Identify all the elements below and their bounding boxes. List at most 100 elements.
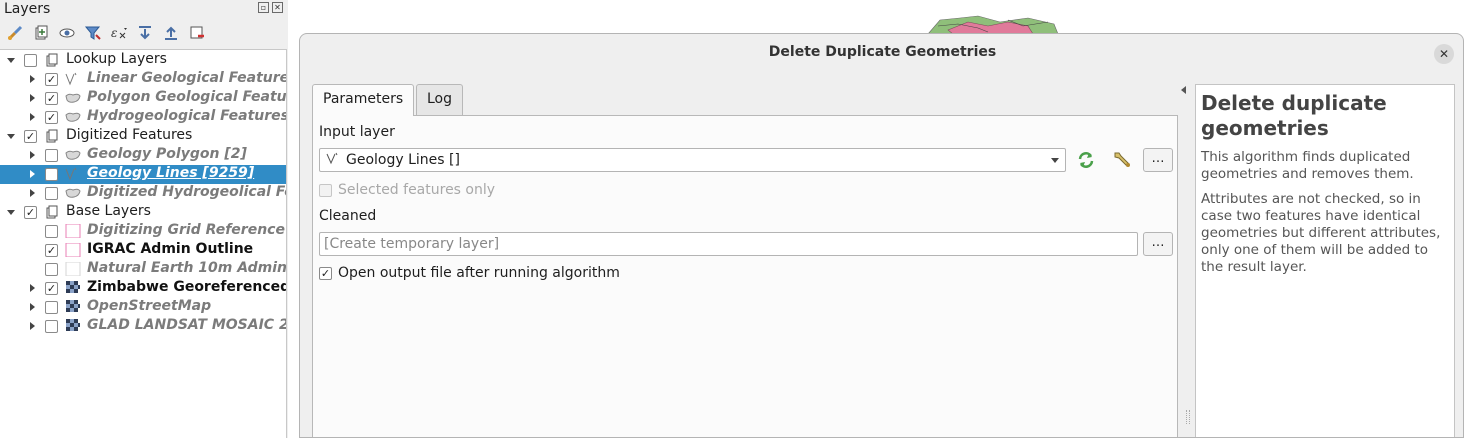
selected-features-only-checkbox: Selected features only (319, 182, 495, 198)
open-output-checkbox[interactable]: ✓ Open output file after running algorit… (319, 265, 620, 281)
layer-visibility-checkbox[interactable]: ✓ (24, 130, 37, 143)
group-icon (44, 53, 60, 67)
layer-visibility-checkbox[interactable] (24, 54, 37, 67)
open-output-box[interactable]: ✓ (319, 266, 332, 280)
help-title: Delete duplicate geometries (1201, 91, 1387, 140)
layer-visibility-checkbox[interactable]: ✓ (45, 73, 58, 86)
polygon-layer-icon (65, 148, 81, 162)
layer-row[interactable]: ✓ IGRAC Admin Outline (0, 241, 286, 260)
layer-row[interactable]: Digitized Hydrogeolical Feat (0, 184, 286, 203)
layer-group-row[interactable]: ✓ Digitized Features (0, 127, 286, 146)
polygon-layer-icon (65, 91, 81, 105)
collapsed-arrow-icon[interactable] (27, 188, 37, 198)
layer-visibility-checkbox[interactable] (45, 263, 58, 276)
line-layer-icon (326, 151, 342, 169)
collapsed-arrow-icon[interactable] (27, 150, 37, 160)
group-icon (44, 205, 60, 219)
layer-visibility-checkbox[interactable]: ✓ (45, 244, 58, 257)
layer-row[interactable]: ✓ Zimbabwe Georeferenced M (0, 279, 287, 298)
float-panel-button[interactable]: ▫ (258, 2, 269, 13)
fill-symbol-icon (65, 243, 81, 257)
processing-dialog: Delete Duplicate Geometries ✕ Parameters… (299, 33, 1464, 438)
input-layer-browse-button[interactable]: … (1143, 148, 1173, 172)
advanced-options-button[interactable] (1109, 148, 1135, 172)
layer-visibility-checkbox[interactable]: ✓ (45, 111, 58, 124)
layer-visibility-checkbox[interactable] (45, 168, 58, 181)
collapsed-arrow-icon[interactable] (27, 93, 37, 103)
layer-label: Natural Earth 10m Admin Co (87, 260, 287, 276)
collapsed-arrow-icon[interactable] (27, 112, 37, 122)
layer-group-row[interactable]: ✓ Base Layers (0, 203, 286, 222)
close-panel-button[interactable]: ✕ (272, 2, 283, 13)
collapsed-arrow-icon[interactable] (27, 321, 37, 331)
iterate-over-layer-button[interactable] (1073, 148, 1099, 172)
svg-text:ε: ε (111, 26, 117, 40)
layer-label: Geology Polygon [2] (87, 146, 247, 162)
expand-all-icon[interactable] (134, 22, 156, 44)
selected-features-only-box (319, 183, 332, 197)
add-group-icon[interactable] (30, 22, 52, 44)
layer-row[interactable]: OpenStreetMap (0, 298, 286, 317)
visibility-eye-icon[interactable] (56, 22, 78, 44)
layer-row[interactable]: Natural Earth 10m Admin Co (0, 260, 287, 279)
iterate-icon (1078, 152, 1094, 168)
layer-visibility-checkbox[interactable] (45, 320, 58, 333)
layer-row[interactable]: GLAD LANDSAT MOSAIC 20 (0, 317, 287, 336)
layer-label: Zimbabwe Georeferenced M (87, 279, 287, 295)
polygon-layer-icon (65, 110, 81, 124)
layer-visibility-checkbox[interactable] (45, 149, 58, 162)
line-layer-icon (65, 72, 81, 86)
dialog-title: Delete Duplicate Geometries (768, 44, 997, 60)
expanded-arrow-icon[interactable] (6, 131, 16, 141)
raster-layer-icon (65, 300, 81, 314)
fill-symbol-icon (65, 224, 81, 238)
input-layer-value: Geology Lines [] (346, 152, 460, 168)
layer-label: Digitized Features (66, 127, 193, 143)
collapse-help-arrow-icon[interactable] (1181, 86, 1186, 94)
selected-features-only-label: Selected features only (338, 182, 496, 198)
layer-row[interactable]: ✓ Hydrogeological Features (0, 108, 286, 127)
collapsed-arrow-icon[interactable] (27, 74, 37, 84)
layer-visibility-checkbox[interactable] (45, 187, 58, 200)
cleaned-browse-button[interactable]: … (1143, 232, 1173, 256)
layer-row[interactable]: Geology Lines [9259] (0, 165, 286, 184)
layer-visibility-checkbox[interactable] (45, 225, 58, 238)
layer-row[interactable]: ✓ Linear Geological Features (0, 70, 286, 89)
tab-log[interactable]: Log (416, 84, 464, 115)
layer-label: Digitizing Grid Reference Lay (87, 222, 286, 238)
help-paragraph: This algorithm finds duplicated geometri… (1201, 149, 1414, 182)
close-dialog-button[interactable]: ✕ (1434, 44, 1454, 64)
layer-label: GLAD LANDSAT MOSAIC 20 (87, 317, 287, 333)
collapsed-arrow-icon[interactable] (27, 283, 37, 293)
tab-parameters[interactable]: Parameters (312, 84, 415, 116)
filter-legend-icon[interactable] (82, 22, 104, 44)
layers-panel-title: Layers (4, 1, 51, 17)
input-layer-combo[interactable]: Geology Lines [] (319, 148, 1066, 172)
collapsed-arrow-icon[interactable] (27, 302, 37, 312)
help-paragraph: Attributes are not checked, so in case t… (1201, 191, 1441, 275)
filter-expression-icon[interactable]: ε (108, 22, 130, 44)
layer-row[interactable]: Digitizing Grid Reference Lay (0, 222, 286, 241)
expanded-arrow-icon[interactable] (6, 207, 16, 217)
help-panel: Delete duplicate geometries This algorit… (1195, 84, 1455, 437)
layer-visibility-checkbox[interactable]: ✓ (45, 92, 58, 105)
layer-visibility-checkbox[interactable]: ✓ (24, 206, 37, 219)
splitter-grip[interactable] (1186, 410, 1190, 424)
layer-label: Polygon Geological Features (87, 89, 287, 105)
raster-layer-icon (65, 319, 81, 333)
layer-row[interactable]: Geology Polygon [2] (0, 146, 286, 165)
open-output-label: Open output file after running algorithm (338, 265, 620, 281)
layer-visibility-checkbox[interactable]: ✓ (45, 282, 58, 295)
layer-row[interactable]: ✓ Polygon Geological Features (0, 89, 287, 108)
remove-layer-icon[interactable] (186, 22, 208, 44)
layer-visibility-checkbox[interactable] (45, 301, 58, 314)
cleaned-output-field[interactable]: [Create temporary layer] (319, 232, 1138, 256)
raster-layer-icon (65, 281, 81, 295)
collapse-all-icon[interactable] (160, 22, 182, 44)
layers-panel: Layers ▫ ✕ ε Lookup Layers ✓ Linear Geolog… (0, 0, 287, 438)
style-brush-icon[interactable] (4, 22, 26, 44)
collapsed-arrow-icon[interactable] (27, 169, 37, 179)
layer-group-row[interactable]: Lookup Layers (0, 51, 286, 70)
expanded-arrow-icon[interactable] (6, 55, 16, 65)
wrench-icon (1114, 152, 1130, 167)
